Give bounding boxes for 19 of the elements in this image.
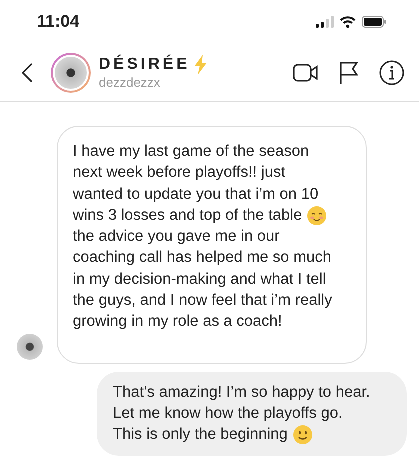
contact-name: DÉSIRÉE [99,56,190,74]
message-text: the advice you gave me in our coaching call has helped me so much in my decision-making and what I tell the guys, and I now feel that i’m really growing in my role as a coach! [73,227,332,332]
video-call-icon[interactable] [293,62,319,82]
smiling-face-icon [292,424,313,445]
signal-icon [316,16,334,28]
flag-icon[interactable] [339,60,359,84]
info-icon[interactable] [379,60,405,86]
message-text: wins 3 losses and top of the table [73,206,302,226]
lightning-icon [194,55,208,75]
back-icon[interactable] [22,62,33,82]
message-text: That’s amazing! I’m so happy to hear. Let me know how the playoffs go. [113,382,370,424]
smiling-face-icon [307,206,328,226]
wifi-icon [340,16,356,28]
username: dezzdezzx [99,75,162,90]
message-text: This is only the beginning [113,425,288,446]
status-time: 11:04 [37,12,80,32]
avatar[interactable] [51,52,91,92]
battery-icon [362,16,387,28]
sender-avatar [17,334,43,360]
